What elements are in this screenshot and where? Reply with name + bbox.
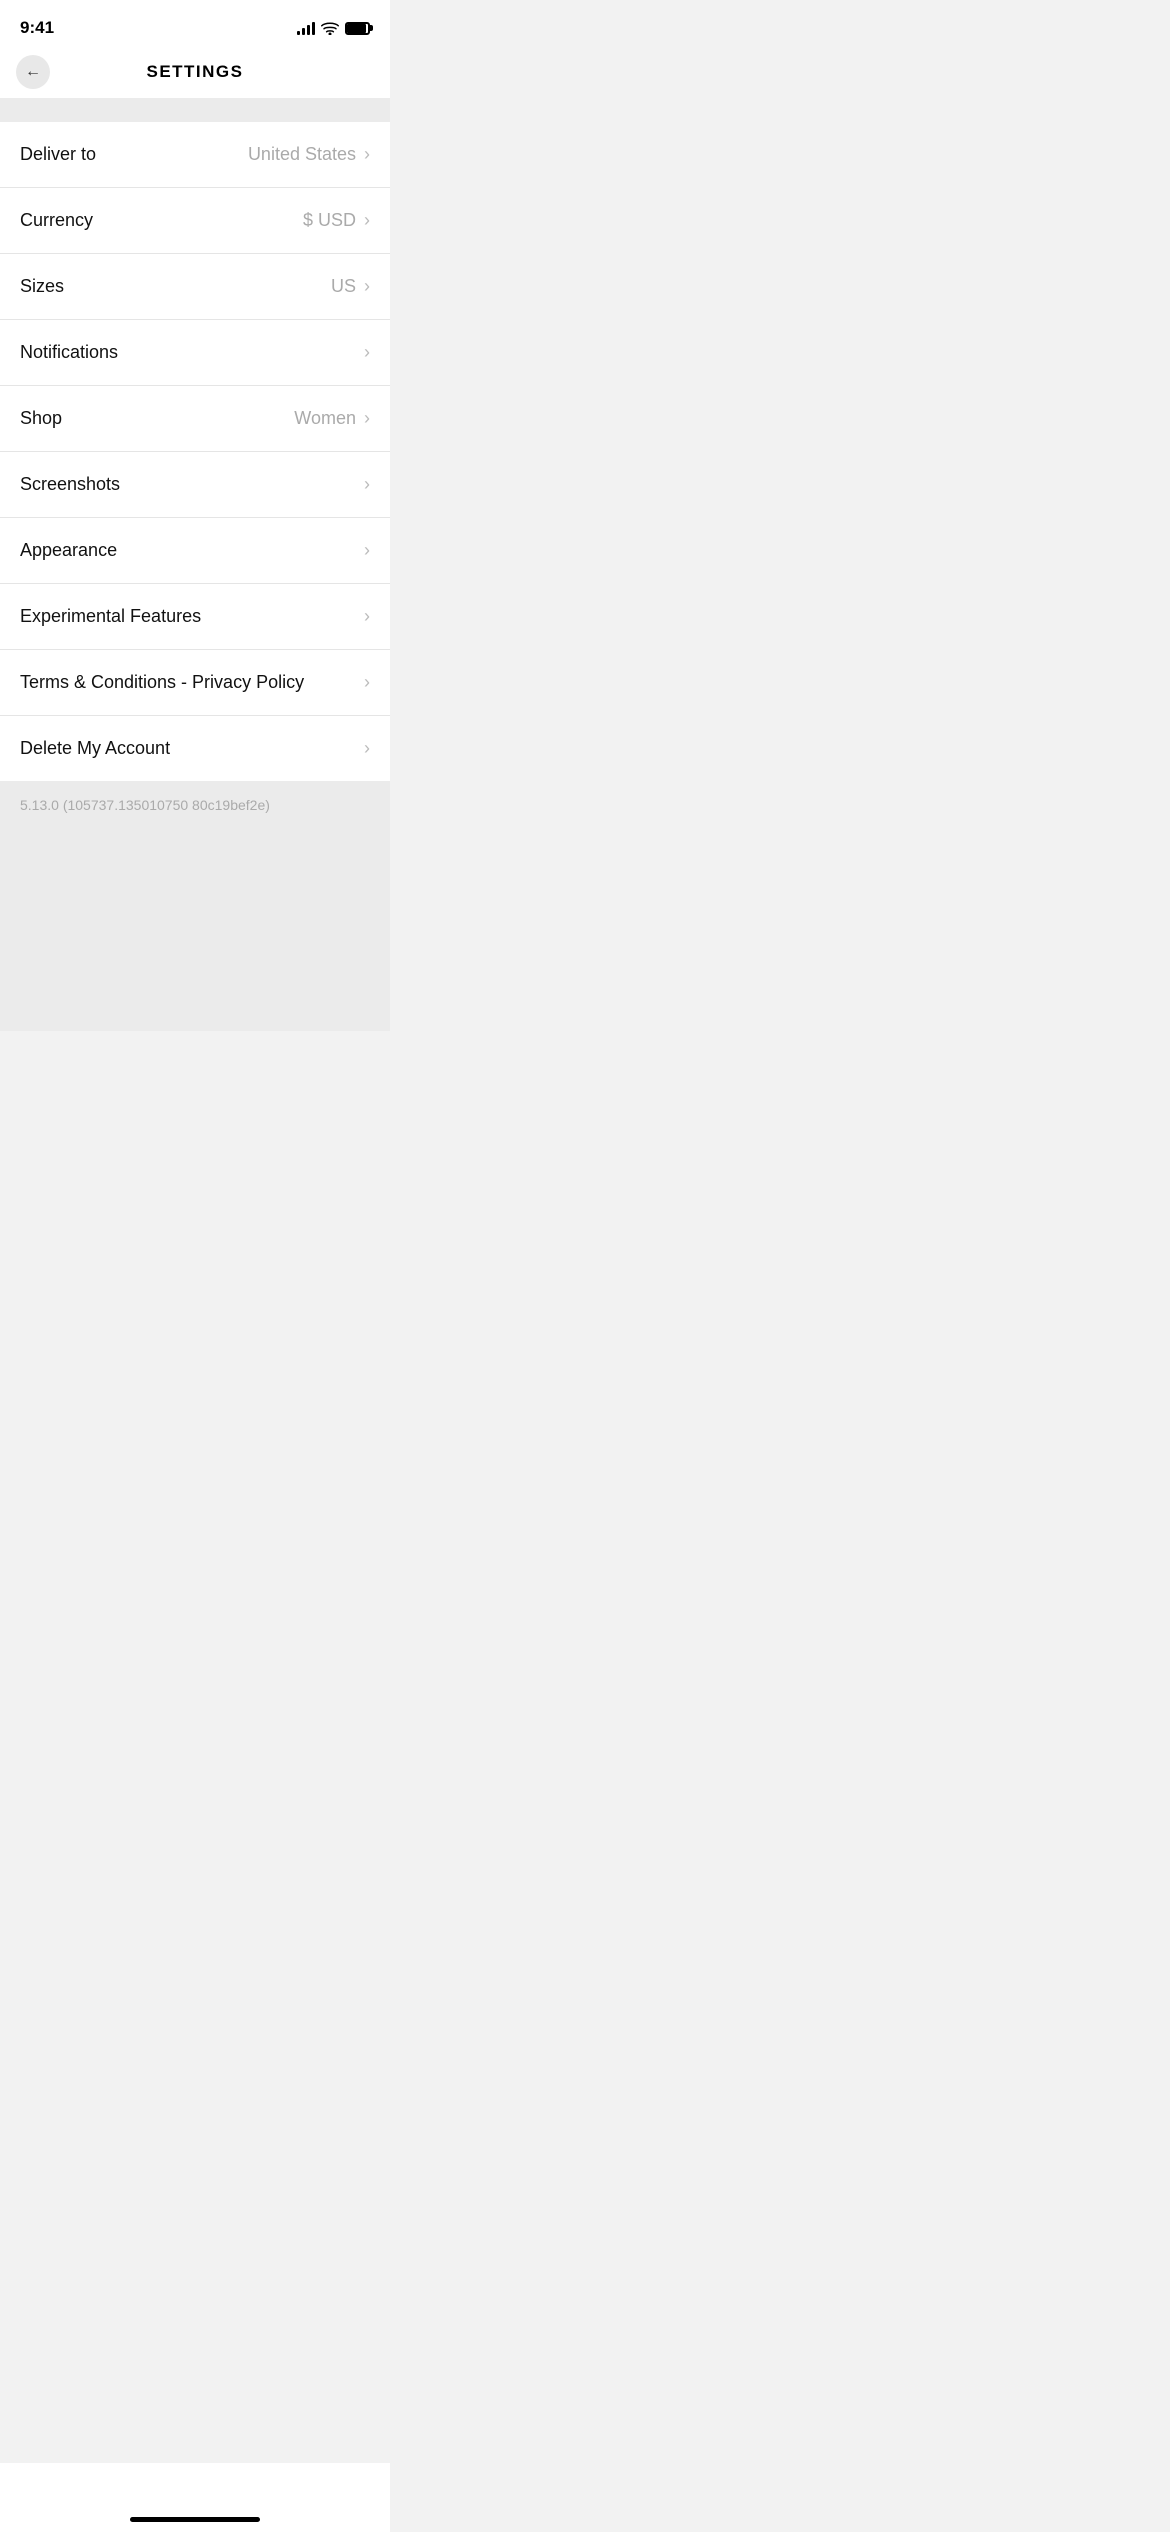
- delete-account-value-container: ›: [364, 738, 370, 759]
- home-indicator-bar: [130, 2517, 260, 2522]
- settings-list: Deliver to United States › Currency $ US…: [0, 122, 390, 781]
- screenshots-chevron-icon: ›: [364, 474, 370, 495]
- experimental-value-container: ›: [364, 606, 370, 627]
- status-icons: [297, 21, 370, 35]
- page-title: SETTINGS: [146, 62, 243, 82]
- status-time: 9:41: [20, 18, 54, 38]
- gray-fill-area: [0, 831, 390, 1031]
- deliver-to-value: United States: [248, 144, 356, 165]
- shop-label: Shop: [20, 408, 62, 429]
- notifications-chevron-icon: ›: [364, 342, 370, 363]
- shop-value-container: Women ›: [294, 408, 370, 429]
- sizes-label: Sizes: [20, 276, 64, 297]
- deliver-to-chevron-icon: ›: [364, 144, 370, 165]
- currency-value-container: $ USD ›: [303, 210, 370, 231]
- settings-item-deliver-to[interactable]: Deliver to United States ›: [0, 122, 390, 188]
- delete-account-label: Delete My Account: [20, 738, 170, 759]
- deliver-to-value-container: United States ›: [248, 144, 370, 165]
- notifications-label: Notifications: [20, 342, 118, 363]
- sizes-value: US: [331, 276, 356, 297]
- shop-chevron-icon: ›: [364, 408, 370, 429]
- signal-icon: [297, 21, 315, 35]
- battery-icon: [345, 22, 370, 35]
- sizes-value-container: US ›: [331, 276, 370, 297]
- wifi-icon: [321, 21, 339, 35]
- back-arrow-icon: ←: [25, 64, 41, 80]
- settings-item-experimental[interactable]: Experimental Features ›: [0, 584, 390, 650]
- settings-header: ← SETTINGS: [0, 50, 390, 98]
- terms-label: Terms & Conditions - Privacy Policy: [20, 672, 304, 693]
- back-button[interactable]: ←: [16, 55, 50, 89]
- settings-item-delete-account[interactable]: Delete My Account ›: [0, 716, 390, 781]
- settings-item-appearance[interactable]: Appearance ›: [0, 518, 390, 584]
- experimental-chevron-icon: ›: [364, 606, 370, 627]
- settings-item-screenshots[interactable]: Screenshots ›: [0, 452, 390, 518]
- settings-item-terms[interactable]: Terms & Conditions - Privacy Policy ›: [0, 650, 390, 716]
- experimental-label: Experimental Features: [20, 606, 201, 627]
- terms-value-container: ›: [364, 672, 370, 693]
- screenshots-label: Screenshots: [20, 474, 120, 495]
- settings-item-shop[interactable]: Shop Women ›: [0, 386, 390, 452]
- screenshots-value-container: ›: [364, 474, 370, 495]
- home-indicator-area: [0, 2463, 390, 2532]
- delete-account-chevron-icon: ›: [364, 738, 370, 759]
- currency-chevron-icon: ›: [364, 210, 370, 231]
- version-text: 5.13.0 (105737.135010750 80c19bef2e): [20, 797, 270, 813]
- version-info: 5.13.0 (105737.135010750 80c19bef2e): [0, 781, 390, 831]
- appearance-chevron-icon: ›: [364, 540, 370, 561]
- appearance-label: Appearance: [20, 540, 117, 561]
- settings-item-sizes[interactable]: Sizes US ›: [0, 254, 390, 320]
- currency-label: Currency: [20, 210, 93, 231]
- settings-item-currency[interactable]: Currency $ USD ›: [0, 188, 390, 254]
- sizes-chevron-icon: ›: [364, 276, 370, 297]
- top-spacer: [0, 98, 390, 122]
- deliver-to-label: Deliver to: [20, 144, 96, 165]
- status-bar: 9:41: [0, 0, 390, 50]
- shop-value: Women: [294, 408, 356, 429]
- terms-chevron-icon: ›: [364, 672, 370, 693]
- appearance-value-container: ›: [364, 540, 370, 561]
- currency-value: $ USD: [303, 210, 356, 231]
- main-content: Deliver to United States › Currency $ US…: [0, 98, 390, 1131]
- notifications-value-container: ›: [364, 342, 370, 363]
- settings-item-notifications[interactable]: Notifications ›: [0, 320, 390, 386]
